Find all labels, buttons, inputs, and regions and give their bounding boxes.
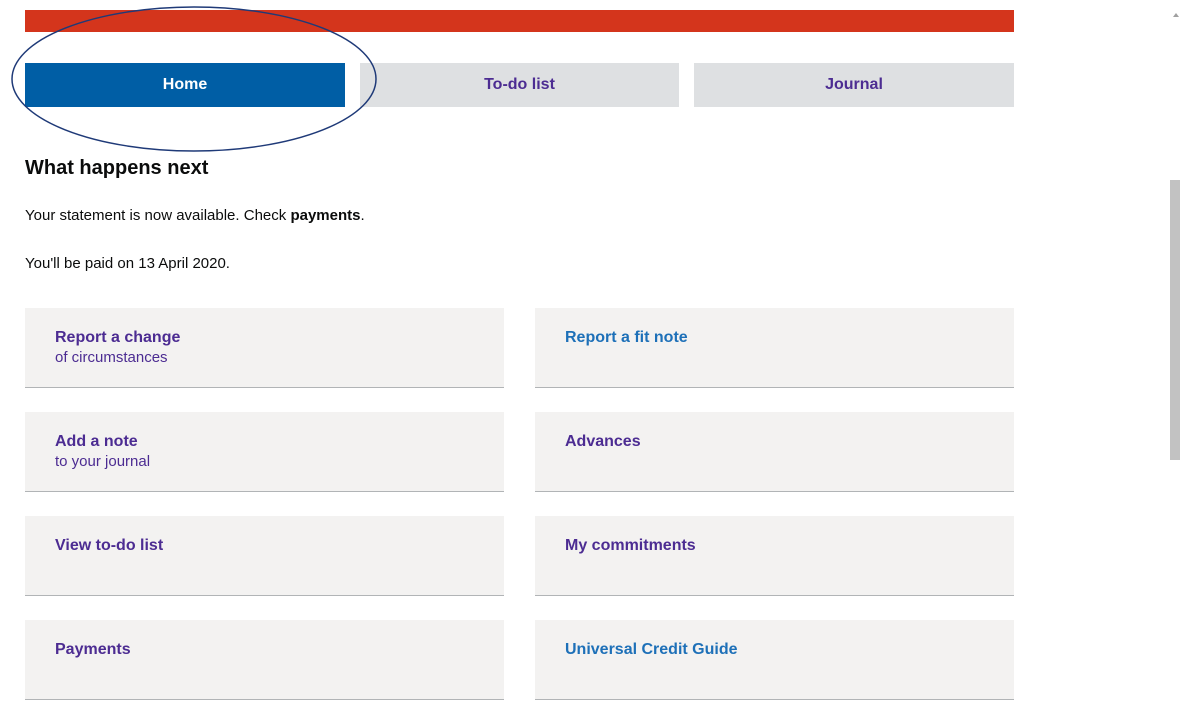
tab-to-do-list[interactable]: To-do list: [360, 63, 679, 107]
scroll-up-arrow-icon[interactable]: [1173, 13, 1179, 17]
card-view-todo-list[interactable]: View to-do list: [25, 516, 504, 596]
payment-date-message: You'll be paid on 13 April 2020.: [25, 255, 230, 272]
card-my-commitments[interactable]: My commitments: [535, 516, 1014, 596]
statement-text: Your statement is now available. Check: [25, 207, 291, 224]
card-add-note[interactable]: Add a note to your journal: [25, 412, 504, 492]
card-title: Report a fit note: [565, 329, 688, 346]
tab-home[interactable]: Home: [25, 63, 345, 107]
header-banner: [25, 10, 1014, 32]
payments-inline-link[interactable]: payments: [290, 207, 360, 224]
scrollbar-thumb[interactable]: [1170, 180, 1180, 460]
card-title: Universal Credit Guide: [565, 641, 738, 658]
card-subtitle: to your journal: [55, 453, 151, 470]
tab-journal[interactable]: Journal: [694, 63, 1014, 107]
vertical-scrollbar[interactable]: [1169, 0, 1181, 702]
card-payments[interactable]: Payments: [25, 620, 504, 700]
card-title: Report a change: [55, 329, 181, 346]
main-navigation: Home To-do list Journal: [25, 63, 1014, 107]
statement-end: .: [360, 207, 365, 224]
card-report-change[interactable]: Report a change of circumstances: [25, 308, 504, 388]
page: Home To-do list Journal What happens nex…: [0, 0, 1181, 702]
card-title: Payments: [55, 641, 131, 658]
card-title: Advances: [565, 433, 641, 450]
card-title: View to-do list: [55, 537, 164, 554]
page-heading: What happens next: [25, 157, 209, 179]
card-universal-credit-guide[interactable]: Universal Credit Guide: [535, 620, 1014, 700]
card-subtitle: of circumstances: [55, 349, 168, 366]
statement-message: Your statement is now available. Check p…: [25, 207, 365, 224]
card-title: My commitments: [565, 537, 696, 554]
card-report-fit-note[interactable]: Report a fit note: [535, 308, 1014, 388]
card-title: Add a note: [55, 433, 138, 450]
card-advances[interactable]: Advances: [535, 412, 1014, 492]
